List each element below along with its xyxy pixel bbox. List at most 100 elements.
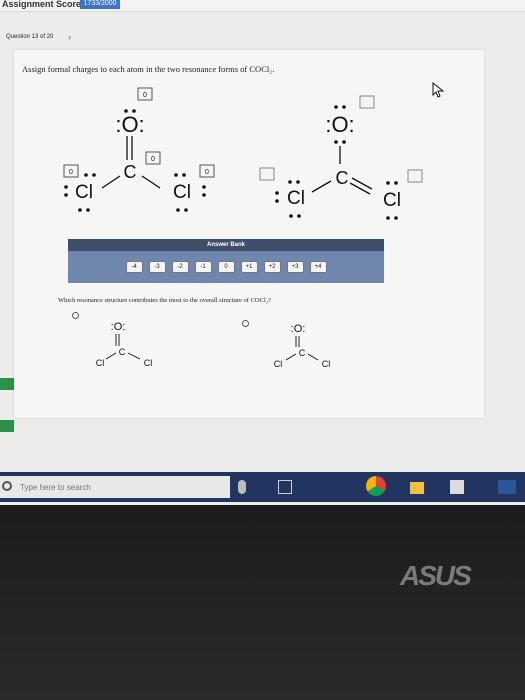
atom-cl1-right: Cl xyxy=(287,188,305,209)
monitor: Assignment Score: 1733/2000 Question 13 … xyxy=(0,0,525,700)
choice-left-atom-c: C xyxy=(119,347,126,357)
answer-bank-chips: -4 -3 -2 -1 0 +1 +2 +3 +4 xyxy=(68,251,384,283)
lp-cl2l-a xyxy=(174,173,178,177)
microphone-icon[interactable] xyxy=(238,480,246,494)
choice-structure-left: :O: C Cl Cl xyxy=(96,321,153,368)
screen: Assignment Score: 1733/2000 Question 13 … xyxy=(0,0,525,505)
lp-cl2r-a xyxy=(386,181,390,185)
choice-right-atom-o: :O: xyxy=(291,323,306,335)
lp-cl1l-c xyxy=(64,185,68,189)
assignment-score-value: 1733/2000 xyxy=(80,0,120,9)
radio-choice-left[interactable] xyxy=(72,312,79,319)
next-question-icon[interactable]: › xyxy=(68,32,71,42)
chrome-icon[interactable] xyxy=(366,476,386,496)
lp-or-d xyxy=(342,140,346,144)
lp-cl1r-e xyxy=(289,214,293,218)
atom-c-right: C xyxy=(336,168,349,188)
double-bond-c-cl2-right-b xyxy=(349,182,371,195)
chip-plus-4[interactable]: +4 xyxy=(309,261,327,273)
charge-box-o-left-value: 0 xyxy=(143,92,147,99)
chip-minus-1[interactable]: -1 xyxy=(194,261,212,273)
chip-plus-2[interactable]: +2 xyxy=(263,261,281,273)
side-tab-green-1[interactable] xyxy=(0,378,14,390)
lp-cl2r-d xyxy=(394,216,398,220)
lp-cl1l-f xyxy=(86,208,90,212)
structure-right: :O: C Cl Cl xyxy=(259,95,423,220)
lp-or-b xyxy=(342,105,346,109)
chip-plus-3[interactable]: +3 xyxy=(286,261,304,273)
structure-left: 0 :O: C 0 0 Cl 0 Cl xyxy=(63,87,215,212)
bond-c-cl2-left xyxy=(141,175,161,189)
taskbar: Type here to search xyxy=(0,472,525,502)
atom-o-left: :O: xyxy=(115,112,144,137)
answer-bank: Answer Bank -4 -3 -2 -1 0 +1 +2 +3 +4 xyxy=(68,239,384,283)
charge-box-cl1-right[interactable] xyxy=(259,167,275,181)
chip-minus-4[interactable]: -4 xyxy=(125,261,143,273)
double-bond-c-cl2-right-a xyxy=(351,177,373,190)
charge-box-cl1-left-value: 0 xyxy=(69,169,73,176)
radio-choice-right[interactable] xyxy=(242,320,249,327)
choice-left-atom-cl2: Cl xyxy=(144,358,153,368)
search-placeholder: Type here to search xyxy=(20,483,91,492)
choice-right-atom-c: C xyxy=(299,348,306,358)
question-2-text: Which resonance structure contributes th… xyxy=(58,297,271,304)
lp-cl1l-b xyxy=(92,173,96,177)
atom-o-right: :O: xyxy=(325,112,354,137)
question-nav: Question 13 of 20 › xyxy=(0,30,525,50)
choice-right-bond-1 xyxy=(285,353,297,361)
atom-c-left: C xyxy=(124,162,137,182)
asus-logo: ASUS xyxy=(400,560,472,591)
chip-minus-3[interactable]: -3 xyxy=(148,261,166,273)
lp-cl1r-a xyxy=(288,180,292,184)
chip-zero[interactable]: 0 xyxy=(217,261,235,273)
lp-cl1r-c xyxy=(275,191,279,195)
top-bar: Assignment Score: 1733/2000 xyxy=(0,0,525,12)
search-icon xyxy=(2,481,12,491)
assignment-score-label: Assignment Score: xyxy=(2,0,85,9)
choice-left-bond-1 xyxy=(105,352,117,360)
question-card: Assign formal charges to each atom in th… xyxy=(14,50,484,418)
lp-cl1r-b xyxy=(296,180,300,184)
atom-cl2-right: Cl xyxy=(383,190,401,211)
bond-c-cl1-left xyxy=(101,175,121,189)
lp-cl1l-e xyxy=(78,208,82,212)
lone-pair-o-left-top-1 xyxy=(124,109,128,113)
chip-plus-1[interactable]: +1 xyxy=(240,261,258,273)
store-icon[interactable] xyxy=(450,480,464,494)
choice-left-atom-cl1: Cl xyxy=(96,358,105,368)
lp-cl1r-f xyxy=(297,214,301,218)
answer-bank-title: Answer Bank xyxy=(68,239,384,251)
chip-minus-2[interactable]: -2 xyxy=(171,261,189,273)
cursor-icon xyxy=(432,82,445,98)
choice-right-bond-2 xyxy=(307,353,319,361)
lone-pair-o-left-top-2 xyxy=(132,109,136,113)
atom-cl2-left: Cl xyxy=(173,182,191,203)
lp-cl2l-e xyxy=(176,208,180,212)
charge-box-cl2-right[interactable] xyxy=(407,169,423,183)
choice-left-atom-o: :O: xyxy=(111,321,126,333)
lp-cl2r-b xyxy=(394,181,398,185)
lp-or-c xyxy=(334,140,338,144)
lp-cl2l-f xyxy=(184,208,188,212)
word-icon[interactable] xyxy=(498,480,516,494)
task-view-icon[interactable] xyxy=(278,480,292,494)
choice-structure-right: :O: C Cl Cl xyxy=(274,323,331,369)
lp-cl1l-d xyxy=(64,193,68,197)
lp-or-a xyxy=(334,105,338,109)
lp-cl2r-c xyxy=(386,216,390,220)
taskbar-search[interactable]: Type here to search xyxy=(0,476,230,498)
resonance-structures: 0 :O: C 0 0 Cl 0 Cl:O: C Cl Cl:O: C Cl… xyxy=(63,87,423,369)
lp-cl2l-d xyxy=(202,193,206,197)
lp-cl1r-d xyxy=(275,199,279,203)
file-explorer-icon[interactable] xyxy=(410,482,424,494)
lp-cl2l-c xyxy=(202,185,206,189)
side-tab-green-2[interactable] xyxy=(0,420,14,432)
charge-box-c-left-value: 0 xyxy=(151,156,155,163)
choice-left-bond-2 xyxy=(127,352,141,360)
charge-box-o-right[interactable] xyxy=(359,95,375,109)
bond-c-cl1-right xyxy=(311,180,332,193)
charge-box-cl2-left-value: 0 xyxy=(205,169,209,176)
lp-cl2l-b xyxy=(182,173,186,177)
atom-cl1-left: Cl xyxy=(75,182,93,203)
lp-cl1l-a xyxy=(84,173,88,177)
